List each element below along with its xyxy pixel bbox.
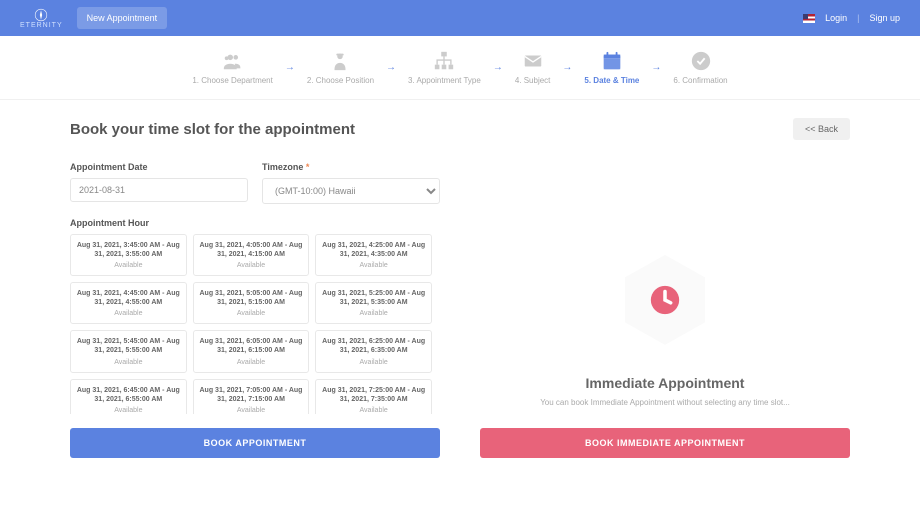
book-appointment-button[interactable]: BOOK APPOINTMENT (70, 428, 440, 458)
slot-time: Aug 31, 2021, 7:25:00 AM - Aug 31, 2021,… (320, 386, 427, 404)
slot-status: Available (320, 262, 427, 269)
slot-status: Available (320, 359, 427, 366)
date-label: Appointment Date (70, 162, 248, 172)
slot-status: Available (75, 262, 182, 269)
slot-status: Available (75, 407, 182, 414)
slot-time: Aug 31, 2021, 4:05:00 AM - Aug 31, 2021,… (198, 241, 305, 259)
slot-time: Aug 31, 2021, 7:05:00 AM - Aug 31, 2021,… (198, 386, 305, 404)
time-slot[interactable]: Aug 31, 2021, 3:45:00 AM - Aug 31, 2021,… (70, 234, 187, 276)
sitemap-icon (433, 50, 455, 72)
slot-time: Aug 31, 2021, 5:25:00 AM - Aug 31, 2021,… (320, 289, 427, 307)
timezone-label: Timezone * (262, 162, 440, 172)
arrow-icon: → (285, 62, 295, 73)
signup-link[interactable]: Sign up (869, 13, 900, 23)
date-input[interactable] (70, 178, 248, 202)
login-link[interactable]: Login (825, 13, 847, 23)
step-department[interactable]: 1. Choose Department (192, 50, 273, 85)
slot-status: Available (75, 310, 182, 317)
immediate-subtitle: You can book Immediate Appointment witho… (540, 397, 790, 408)
step-position[interactable]: 2. Choose Position (307, 50, 374, 85)
topbar: ETERNITY New Appointment Login | Sign up (0, 0, 920, 36)
arrow-icon: → (386, 62, 396, 73)
new-appointment-button[interactable]: New Appointment (77, 7, 168, 29)
step-type[interactable]: 3. Appointment Type (408, 50, 481, 85)
slot-status: Available (320, 407, 427, 414)
slot-status: Available (198, 310, 305, 317)
step-confirmation[interactable]: 6. Confirmation (673, 50, 727, 85)
immediate-panel: Immediate Appointment You can book Immed… (480, 162, 850, 458)
agent-icon (329, 50, 351, 72)
users-icon (222, 50, 244, 72)
slot-status: Available (320, 310, 427, 317)
slot-status: Available (75, 359, 182, 366)
time-slot[interactable]: Aug 31, 2021, 6:05:00 AM - Aug 31, 2021,… (193, 330, 310, 372)
slot-time: Aug 31, 2021, 6:05:00 AM - Aug 31, 2021,… (198, 337, 305, 355)
time-slot[interactable]: Aug 31, 2021, 7:25:00 AM - Aug 31, 2021,… (315, 379, 432, 414)
time-slot[interactable]: Aug 31, 2021, 6:45:00 AM - Aug 31, 2021,… (70, 379, 187, 414)
time-slot[interactable]: Aug 31, 2021, 4:05:00 AM - Aug 31, 2021,… (193, 234, 310, 276)
arrow-icon: → (651, 62, 661, 73)
hexagon-badge (625, 255, 705, 345)
slot-time: Aug 31, 2021, 4:45:00 AM - Aug 31, 2021,… (75, 289, 182, 307)
steps-bar: 1. Choose Department → 2. Choose Positio… (0, 36, 920, 100)
slot-time: Aug 31, 2021, 5:45:00 AM - Aug 31, 2021,… (75, 337, 182, 355)
slot-time: Aug 31, 2021, 3:45:00 AM - Aug 31, 2021,… (75, 241, 182, 259)
slot-time: Aug 31, 2021, 4:25:00 AM - Aug 31, 2021,… (320, 241, 427, 259)
step-subject[interactable]: 4. Subject (515, 50, 551, 85)
slots-grid[interactable]: Aug 31, 2021, 3:45:00 AM - Aug 31, 2021,… (70, 234, 440, 414)
logo[interactable]: ETERNITY (20, 8, 63, 29)
slot-status: Available (198, 359, 305, 366)
time-slot[interactable]: Aug 31, 2021, 5:05:00 AM - Aug 31, 2021,… (193, 282, 310, 324)
time-slot[interactable]: Aug 31, 2021, 5:25:00 AM - Aug 31, 2021,… (315, 282, 432, 324)
time-slot[interactable]: Aug 31, 2021, 4:25:00 AM - Aug 31, 2021,… (315, 234, 432, 276)
check-circle-icon (690, 50, 712, 72)
step-datetime[interactable]: 5. Date & Time (584, 50, 639, 85)
flag-icon[interactable] (803, 14, 815, 23)
time-slot[interactable]: Aug 31, 2021, 7:05:00 AM - Aug 31, 2021,… (193, 379, 310, 414)
slot-status: Available (198, 407, 305, 414)
slot-time: Aug 31, 2021, 6:45:00 AM - Aug 31, 2021,… (75, 386, 182, 404)
compass-icon (34, 8, 48, 22)
topbar-right: Login | Sign up (803, 13, 900, 23)
arrow-icon: → (493, 62, 503, 73)
envelope-icon (522, 50, 544, 72)
clock-icon (648, 283, 682, 317)
arrow-icon: → (562, 62, 572, 73)
main-content: Book your time slot for the appointment … (0, 100, 920, 488)
time-slot[interactable]: Aug 31, 2021, 6:25:00 AM - Aug 31, 2021,… (315, 330, 432, 372)
calendar-icon (601, 50, 623, 72)
book-immediate-button[interactable]: BOOK IMMEDIATE APPOINTMENT (480, 428, 850, 458)
slot-time: Aug 31, 2021, 6:25:00 AM - Aug 31, 2021,… (320, 337, 427, 355)
slot-time: Aug 31, 2021, 5:05:00 AM - Aug 31, 2021,… (198, 289, 305, 307)
divider: | (857, 13, 859, 23)
booking-form: Appointment Date Timezone * (GMT-10:00) … (70, 162, 440, 458)
slot-status: Available (198, 262, 305, 269)
time-slot[interactable]: Aug 31, 2021, 4:45:00 AM - Aug 31, 2021,… (70, 282, 187, 324)
back-button[interactable]: << Back (793, 118, 850, 140)
logo-text: ETERNITY (20, 22, 63, 29)
time-slot[interactable]: Aug 31, 2021, 5:45:00 AM - Aug 31, 2021,… (70, 330, 187, 372)
topbar-left: ETERNITY New Appointment (20, 7, 167, 29)
hour-label: Appointment Hour (70, 218, 440, 228)
page-title: Book your time slot for the appointment (70, 121, 355, 138)
immediate-title: Immediate Appointment (586, 375, 745, 391)
timezone-select[interactable]: (GMT-10:00) Hawaii (262, 178, 440, 204)
